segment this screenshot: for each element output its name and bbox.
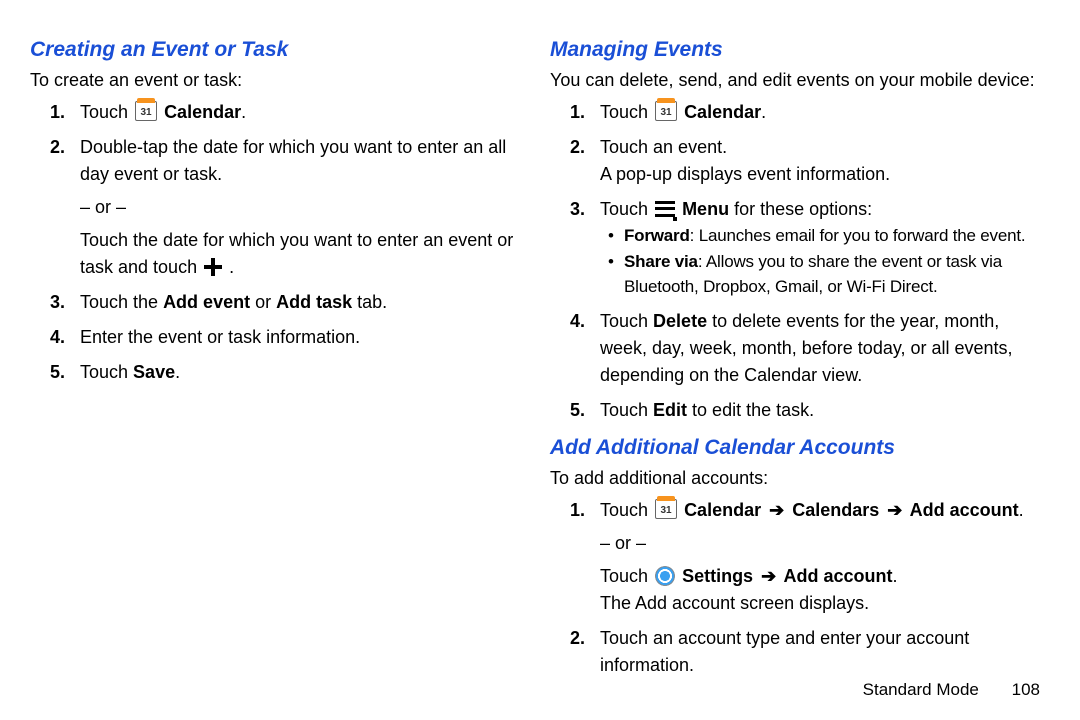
- text: or: [250, 292, 276, 312]
- right-column: Managing Events You can delete, send, an…: [540, 32, 1050, 700]
- page-footer: Standard Mode 108: [863, 680, 1040, 700]
- text: .: [893, 566, 898, 586]
- text: Touch: [80, 102, 133, 122]
- sub-share-via: •Share via: Allows you to share the even…: [624, 249, 1050, 300]
- calendar-icon: [135, 101, 157, 121]
- heading-creating-event: Creating an Event or Task: [30, 38, 522, 62]
- text: Edit: [653, 400, 687, 420]
- menu-icon: [655, 201, 675, 217]
- calendar-icon: [655, 499, 677, 519]
- text: for these options:: [729, 199, 872, 219]
- text: Add account: [905, 500, 1018, 520]
- acc-step-2: Touch an account type and enter your acc…: [600, 625, 1050, 679]
- text: Touch the: [80, 292, 163, 312]
- text: Add event: [163, 292, 250, 312]
- text: to edit the task.: [687, 400, 814, 420]
- steps-list-right-1: Touch Calendar. Touch an event. A pop-up…: [550, 99, 1050, 424]
- steps-list-right-2: Touch Calendar ➔ Calendars ➔ Add account…: [550, 497, 1050, 679]
- or-separator: – or –: [600, 530, 1050, 557]
- manual-page: Creating an Event or Task To create an e…: [0, 0, 1080, 720]
- text: Touch: [600, 500, 653, 520]
- text: Share via: [624, 252, 698, 271]
- acc-step-1: Touch Calendar ➔ Calendars ➔ Add account…: [600, 497, 1050, 617]
- calendar-icon: [655, 101, 677, 121]
- text: Touch an event.: [600, 137, 727, 157]
- step-4: Enter the event or task information.: [80, 324, 522, 351]
- text: Touch: [600, 199, 653, 219]
- text: Touch: [600, 311, 653, 331]
- calendar-label: Calendar: [164, 102, 241, 122]
- text: Touch: [600, 400, 653, 420]
- arrow-icon: ➔: [769, 500, 784, 520]
- step-1: Touch Calendar.: [600, 99, 1050, 126]
- text: Touch the date for which you want to ent…: [80, 230, 513, 277]
- step-5: Touch Edit to edit the task.: [600, 397, 1050, 424]
- step-4: Touch Delete to delete events for the ye…: [600, 308, 1050, 389]
- text: Settings: [682, 566, 758, 586]
- text: tab.: [352, 292, 387, 312]
- intro-text: To add additional accounts:: [550, 468, 1050, 489]
- text: Double-tap the date for which you want t…: [80, 137, 506, 184]
- or-separator: – or –: [80, 194, 522, 221]
- text: Add account: [779, 566, 892, 586]
- steps-list-left: Touch Calendar. Double-tap the date for …: [30, 99, 522, 386]
- page-number: 108: [1012, 680, 1040, 699]
- text: Touch: [80, 362, 133, 382]
- step-3: Touch Menu for these options: •Forward: …: [600, 196, 1050, 300]
- calendar-label: Calendar: [684, 102, 761, 122]
- text: Calendars: [787, 500, 884, 520]
- sub-forward: •Forward: Launches email for you to forw…: [624, 223, 1050, 249]
- text: Add task: [276, 292, 352, 312]
- plus-icon: [204, 258, 222, 276]
- step-2: Double-tap the date for which you want t…: [80, 134, 522, 281]
- text: Forward: [624, 226, 690, 245]
- text: Menu: [682, 199, 729, 219]
- left-column: Creating an Event or Task To create an e…: [30, 32, 540, 700]
- footer-mode: Standard Mode: [863, 680, 979, 699]
- settings-icon: [655, 566, 675, 586]
- text: A pop-up displays event information.: [600, 161, 1050, 188]
- text: .: [175, 362, 180, 382]
- intro-text: To create an event or task:: [30, 70, 522, 91]
- text: The Add account screen displays.: [600, 590, 1050, 617]
- text: Save: [133, 362, 175, 382]
- heading-add-accounts: Add Additional Calendar Accounts: [550, 436, 1050, 460]
- step-2: Touch an event. A pop-up displays event …: [600, 134, 1050, 188]
- intro-text: You can delete, send, and edit events on…: [550, 70, 1050, 91]
- arrow-icon: ➔: [761, 566, 776, 586]
- step-1: Touch Calendar.: [80, 99, 522, 126]
- text: Touch: [600, 566, 653, 586]
- text: Enter the event or task information.: [80, 327, 360, 347]
- text: Calendar: [684, 500, 766, 520]
- text: : Launches email for you to forward the …: [690, 226, 1026, 245]
- text: .: [224, 257, 234, 277]
- text: Delete: [653, 311, 707, 331]
- arrow-icon: ➔: [887, 500, 902, 520]
- step-3: Touch the Add event or Add task tab.: [80, 289, 522, 316]
- heading-managing-events: Managing Events: [550, 38, 1050, 62]
- text: Touch an account type and enter your acc…: [600, 628, 969, 675]
- text: Touch: [600, 102, 653, 122]
- text: .: [1019, 500, 1024, 520]
- step-5: Touch Save.: [80, 359, 522, 386]
